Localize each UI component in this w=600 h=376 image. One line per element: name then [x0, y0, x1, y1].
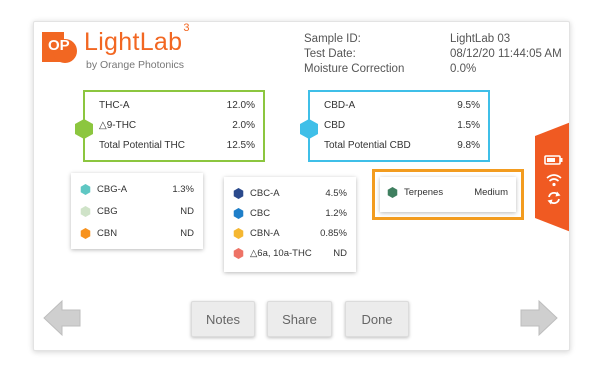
sample-info-labels: Sample ID: Test Date: Moisture Correctio…	[304, 32, 404, 77]
list-item: △6a, 10a-THC ND	[224, 248, 356, 262]
terpenes-box[interactable]: Terpenes Medium	[372, 169, 524, 220]
wifi-icon	[546, 174, 562, 187]
orange-photonics-logo-icon: OP	[42, 32, 77, 63]
logo: OP LightLab3 by Orange Photonics	[42, 21, 202, 72]
thc-row: THC-A 12.0%	[85, 100, 263, 114]
brand-tagline: by Orange Photonics	[86, 59, 185, 71]
moisture-correction-value: 0.0%	[450, 63, 477, 75]
cbn-label: CBN	[97, 228, 118, 239]
terpenes-card: Terpenes Medium	[380, 177, 516, 212]
list-item: CBC-A 4.5%	[224, 188, 356, 202]
thc-hexagon-icon	[75, 119, 93, 139]
moisture-correction-label: Moisture Correction	[304, 63, 405, 75]
side-status-tab[interactable]	[535, 122, 569, 232]
list-item: CBN ND	[71, 228, 203, 242]
notes-button[interactable]: Notes	[191, 301, 255, 337]
sample-info-values: LightLab 03 08/12/20 11:44:05 AM 0.0%	[450, 32, 562, 77]
cbn-value: ND	[180, 228, 194, 239]
d6a10a-thc-hexagon-icon	[233, 248, 244, 259]
terpenes-hexagon-icon	[387, 187, 398, 198]
cbd-row: CBD-A 9.5%	[310, 100, 488, 114]
list-item: CBN-A 0.85%	[224, 228, 356, 242]
cbg-value: ND	[180, 206, 194, 217]
cbc-value: 1.2%	[325, 208, 347, 219]
terpenes-value: Medium	[474, 187, 508, 198]
forward-arrow-icon[interactable]	[519, 298, 559, 338]
cbga-label: CBG-A	[97, 184, 128, 195]
thc-row: Total Potential THC 12.5%	[85, 140, 263, 154]
d9thc-label: △9-THC	[99, 120, 137, 131]
back-arrow-icon[interactable]	[42, 298, 82, 338]
cbd-results-box[interactable]: CBD-A 9.5% CBD 1.5% Total Potential CBD 9.8…	[308, 90, 490, 162]
cbn-hexagon-icon	[80, 228, 91, 239]
total-cbd-value: 9.8%	[457, 140, 480, 151]
cbda-label: CBD-A	[324, 100, 356, 111]
thc-row: △9-THC 2.0%	[85, 120, 263, 134]
cbga-value: 1.3%	[172, 184, 194, 195]
list-item: CBG-A 1.3%	[71, 184, 203, 198]
cbd-row: Total Potential CBD 9.8%	[310, 140, 488, 154]
thc-results-box[interactable]: THC-A 12.0% △9-THC 2.0% Total Potential TH…	[83, 90, 265, 162]
test-date-value: 08/12/20 11:44:05 AM	[450, 48, 562, 60]
done-button[interactable]: Done	[345, 301, 409, 337]
cbna-hexagon-icon	[233, 228, 244, 239]
battery-icon	[544, 155, 563, 165]
d6a10a-thc-label: △6a, 10a-THC	[250, 248, 312, 259]
d9thc-value: 2.0%	[232, 120, 255, 131]
list-item: CBG ND	[71, 206, 203, 220]
share-button[interactable]: Share	[267, 301, 332, 337]
cbc-label: CBC	[250, 208, 271, 219]
total-thc-value: 12.5%	[226, 140, 255, 151]
sync-icon[interactable]	[543, 190, 565, 206]
cbd-value: 1.5%	[457, 120, 480, 131]
cbga-hexagon-icon	[80, 184, 91, 195]
thca-label: THC-A	[99, 100, 130, 111]
test-date-label: Test Date:	[304, 48, 356, 60]
total-thc-label: Total Potential THC	[99, 140, 185, 151]
cbd-row: CBD 1.5%	[310, 120, 488, 134]
cbg-label: CBG	[97, 206, 118, 217]
thca-value: 12.0%	[226, 100, 255, 111]
cbca-value: 4.5%	[325, 188, 347, 199]
sample-id-label: Sample ID:	[304, 33, 361, 45]
cbc-hexagon-icon	[233, 208, 244, 219]
cbca-hexagon-icon	[233, 188, 244, 199]
list-item: CBC 1.2%	[224, 208, 356, 222]
cbd-hexagon-icon	[300, 119, 318, 139]
cbna-label: CBN-A	[250, 228, 280, 239]
terpenes-label: Terpenes	[404, 187, 444, 198]
cbg-hexagon-icon	[80, 206, 91, 217]
minor-cannabinoids-card-2[interactable]: CBC-A 4.5% CBC 1.2% CBN-A 0.85% △6a, 10a-TH…	[224, 177, 356, 272]
d6a10a-thc-value: ND	[333, 248, 347, 259]
cbd-label: CBD	[324, 120, 346, 131]
brand-name: LightLab3	[84, 21, 190, 56]
cbna-value: 0.85%	[320, 228, 347, 239]
minor-cannabinoids-card-1[interactable]: CBG-A 1.3% CBG ND CBN ND	[71, 173, 203, 249]
app-screen: OP LightLab3 by Orange Photonics Sample …	[33, 21, 570, 351]
cbca-label: CBC-A	[250, 188, 280, 199]
sample-id-value: LightLab 03	[450, 33, 511, 45]
logo-letters: OP	[48, 37, 70, 54]
total-cbd-label: Total Potential CBD	[324, 140, 411, 151]
cbda-value: 9.5%	[457, 100, 480, 111]
